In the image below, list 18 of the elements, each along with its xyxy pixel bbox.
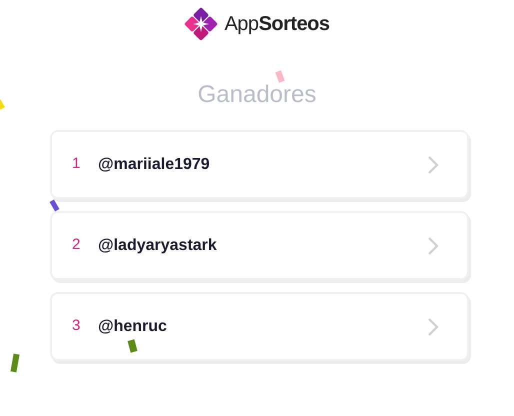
brand-name: AppSorteos	[224, 12, 330, 37]
rank-number: 1	[72, 154, 82, 174]
chevron-right-icon	[427, 316, 439, 336]
confetti-piece	[275, 70, 285, 83]
confetti-piece	[10, 354, 20, 372]
winner-handle: @ladyaryastark	[98, 236, 217, 256]
rank-number: 3	[72, 316, 82, 336]
page-title: Ganadores	[198, 80, 316, 110]
winner-card[interactable]: 3 @henruc	[50, 292, 469, 361]
winner-card[interactable]: 2 @ladyaryastark	[50, 211, 469, 280]
winner-card[interactable]: 1 @mariiale1979	[50, 130, 469, 199]
chevron-right-icon	[427, 236, 439, 256]
winner-handle: @mariiale1979	[98, 154, 210, 174]
rank-number: 2	[72, 235, 82, 256]
confetti-piece	[50, 199, 60, 212]
winner-handle: @henruc	[98, 316, 167, 336]
logo-icon	[184, 7, 218, 41]
chevron-right-icon	[427, 154, 439, 174]
